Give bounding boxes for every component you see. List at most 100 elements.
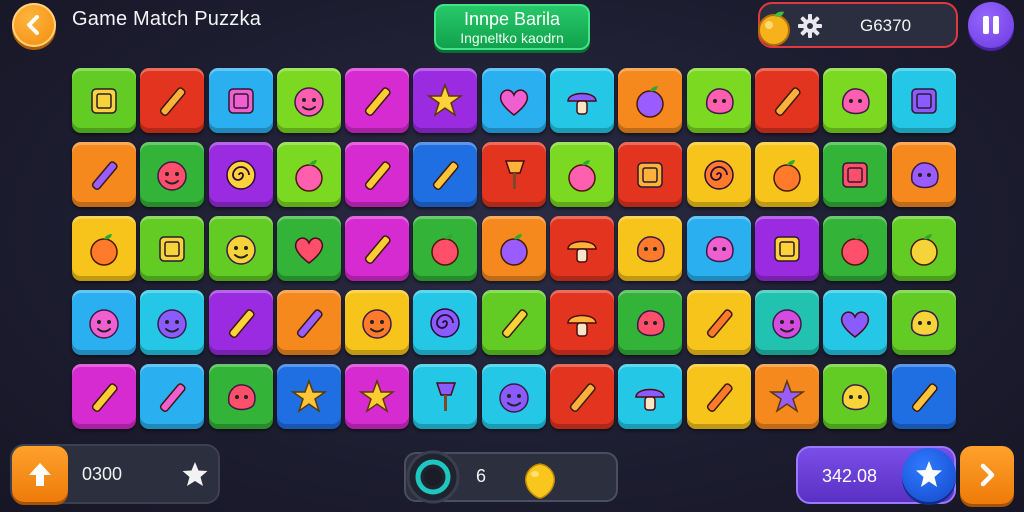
- tile[interactable]: [140, 142, 205, 207]
- tile[interactable]: [481, 364, 546, 429]
- tile[interactable]: [413, 364, 478, 429]
- tile[interactable]: [413, 216, 478, 281]
- tile[interactable]: [686, 68, 751, 133]
- tile[interactable]: [823, 216, 888, 281]
- tile[interactable]: [891, 68, 956, 133]
- tile[interactable]: [345, 142, 410, 207]
- crayon-icon: [160, 382, 186, 412]
- moves-value: 6: [476, 466, 487, 486]
- tile[interactable]: [413, 142, 478, 207]
- smiley-icon: [225, 234, 256, 265]
- tile[interactable]: [550, 290, 615, 355]
- tile[interactable]: [481, 216, 546, 281]
- tile[interactable]: [413, 68, 478, 133]
- tile[interactable]: [891, 142, 956, 207]
- tile[interactable]: [754, 68, 819, 133]
- tile[interactable]: [345, 290, 410, 355]
- tile[interactable]: [686, 290, 751, 355]
- boost-button[interactable]: [12, 446, 68, 502]
- wand-icon: [91, 382, 118, 412]
- tile[interactable]: [276, 142, 341, 207]
- tile[interactable]: [754, 364, 819, 429]
- star-badge-button[interactable]: [902, 448, 956, 502]
- tile[interactable]: [72, 142, 136, 207]
- tomato-icon: [90, 233, 118, 266]
- tile[interactable]: [618, 68, 683, 133]
- tile[interactable]: [550, 68, 615, 133]
- tile[interactable]: [413, 290, 478, 355]
- tile[interactable]: [140, 68, 205, 133]
- tile[interactable]: [550, 364, 615, 429]
- star-blob-icon: [290, 378, 328, 413]
- tile[interactable]: [891, 290, 956, 355]
- tile[interactable]: [345, 216, 410, 281]
- tile[interactable]: [481, 142, 546, 207]
- mushroom-icon: [635, 388, 666, 411]
- tile[interactable]: [276, 364, 341, 429]
- tile[interactable]: [686, 364, 751, 429]
- bell-face-icon: [227, 383, 256, 410]
- axe-icon: [365, 234, 391, 264]
- tile[interactable]: [481, 290, 546, 355]
- tile[interactable]: [276, 68, 341, 133]
- tile[interactable]: [208, 142, 273, 207]
- up-arrow-icon: [29, 463, 51, 486]
- tile[interactable]: [140, 364, 205, 429]
- tile[interactable]: [208, 290, 273, 355]
- tile[interactable]: [618, 290, 683, 355]
- tile[interactable]: [823, 290, 888, 355]
- coin-counter: G6370: [758, 2, 958, 48]
- tile[interactable]: [754, 216, 819, 281]
- back-button[interactable]: [12, 3, 56, 47]
- chili-icon: [841, 233, 870, 266]
- tile[interactable]: [140, 290, 205, 355]
- tile[interactable]: [891, 216, 956, 281]
- tile[interactable]: [618, 142, 683, 207]
- keyboard-icon: [159, 235, 186, 262]
- pause-icon: [993, 16, 999, 34]
- tile[interactable]: [345, 364, 410, 429]
- tile[interactable]: [823, 364, 888, 429]
- level-banner: Innpe Barila Ingneltko kaodrn: [434, 4, 590, 50]
- tile[interactable]: [208, 364, 273, 429]
- pause-button[interactable]: [968, 2, 1014, 48]
- tile[interactable]: [276, 290, 341, 355]
- banner-title: Innpe Barila: [463, 9, 561, 29]
- tile[interactable]: [276, 216, 341, 281]
- tile[interactable]: [72, 68, 136, 133]
- book-icon: [227, 87, 254, 114]
- tile[interactable]: [823, 142, 888, 207]
- tile[interactable]: [208, 216, 273, 281]
- tile[interactable]: [140, 216, 205, 281]
- tile[interactable]: [618, 364, 683, 429]
- cat-blob-icon: [637, 235, 666, 262]
- tile[interactable]: [686, 216, 751, 281]
- tile[interactable]: [754, 142, 819, 207]
- globe-icon: [157, 160, 188, 191]
- jar-icon: [842, 161, 869, 188]
- tile[interactable]: [823, 68, 888, 133]
- star-icon[interactable]: [180, 460, 210, 490]
- tile[interactable]: [72, 290, 136, 355]
- screen-icon: [774, 235, 800, 262]
- tile[interactable]: [208, 68, 273, 133]
- tile[interactable]: [686, 142, 751, 207]
- tile[interactable]: [72, 216, 136, 281]
- tile[interactable]: [345, 68, 410, 133]
- star-badge-icon: [916, 461, 942, 487]
- tile[interactable]: [550, 142, 615, 207]
- bread-icon: [160, 86, 186, 116]
- tile[interactable]: [754, 290, 819, 355]
- tile[interactable]: [550, 216, 615, 281]
- tile[interactable]: [481, 68, 546, 133]
- tile[interactable]: [618, 216, 683, 281]
- cat-icon: [705, 87, 734, 114]
- pushpin-icon: [504, 159, 525, 189]
- star-icon: [358, 378, 396, 413]
- gear-icon[interactable]: [798, 14, 822, 38]
- ring-icon[interactable]: [404, 448, 462, 506]
- next-button[interactable]: [960, 446, 1014, 504]
- grin-face-icon: [362, 308, 392, 339]
- tile[interactable]: [891, 364, 956, 429]
- tile[interactable]: [72, 364, 136, 429]
